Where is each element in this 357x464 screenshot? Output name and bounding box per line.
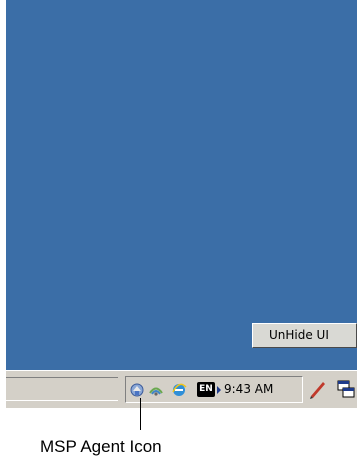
screenshot-frame: UnHide UI EN 9:43 AM MSP Agent Icon (0, 0, 357, 464)
taskbar-task-area[interactable] (6, 377, 118, 401)
msp-agent-callout-label: MSP Agent Icon (40, 437, 162, 456)
pen-input-icon[interactable] (307, 378, 329, 400)
clock[interactable]: 9:43 AM (224, 381, 273, 398)
unhide-ui-button[interactable]: UnHide UI (252, 323, 357, 348)
msp-agent-icon[interactable] (129, 382, 145, 398)
language-indicator[interactable]: EN (197, 382, 215, 397)
tray-expand-arrow-icon[interactable] (217, 386, 221, 394)
window-switch-icon[interactable] (336, 378, 356, 400)
desktop (6, 0, 357, 370)
internet-explorer-icon[interactable] (171, 382, 187, 398)
network-icon[interactable] (148, 382, 164, 398)
callout-line (140, 398, 141, 430)
taskbar: EN 9:43 AM (6, 370, 357, 408)
system-tray: EN 9:43 AM (125, 376, 303, 403)
